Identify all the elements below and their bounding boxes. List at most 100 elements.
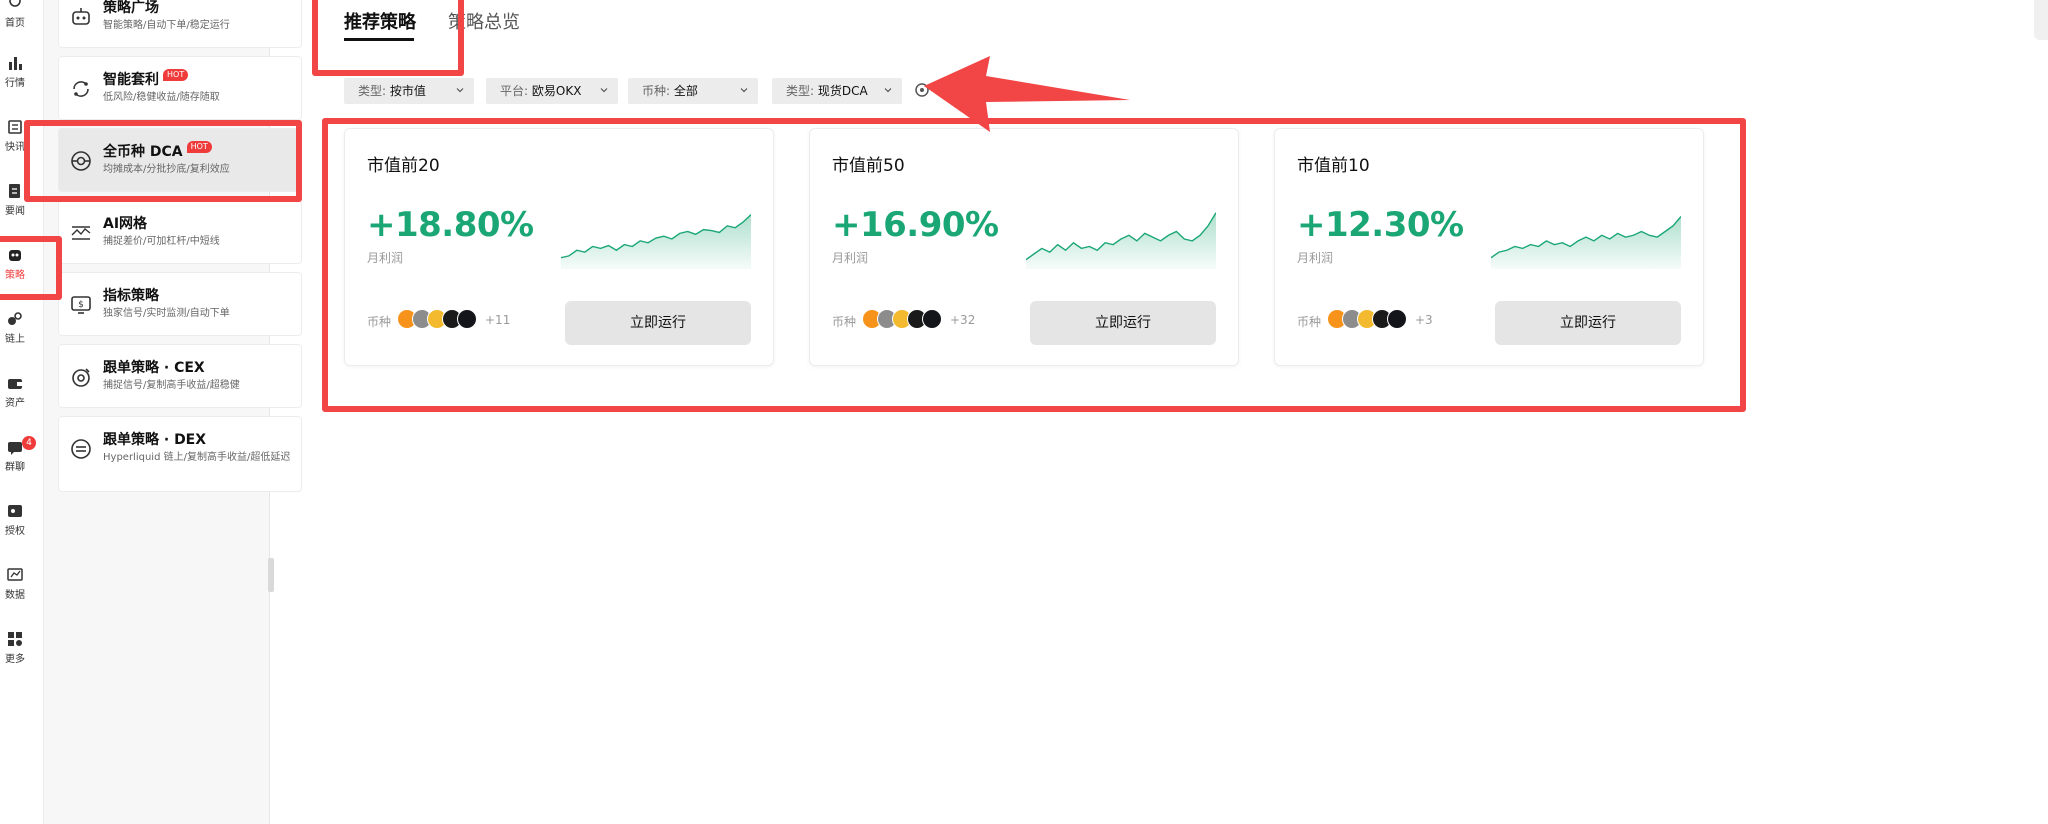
tab-recommended[interactable]: 推荐策略 [344,8,416,34]
rail-item-data[interactable]: 数据 [0,566,30,601]
sparkline-area [561,214,751,269]
filter-value: 按市值 [389,84,426,98]
rail-item-more[interactable]: 更多 [0,630,30,665]
menu-item-desc: 捕捉差价/可加杠杆/中短线 [103,236,220,247]
coins-label: 币种 [1297,315,1322,329]
run-now-button[interactable]: 立即运行 [1030,301,1216,345]
rail-item-label: 链上 [5,334,25,345]
strategy-card-top50: 市值前50 +16.90% 月利润 币种 +32 立即运行 [809,128,1239,366]
copy-cex-icon [72,368,90,387]
menu-item-desc: Hyperliquid 链上/复制高手收益/超低延迟 [103,452,291,463]
icon-rail: 首页 行情 快讯 要闻 策略 链上 资产 4 群聊 授权 数据 更多 [0,0,44,824]
rail-item-flash[interactable]: 快讯 [0,118,30,153]
monthly-profit-value: +16.90% [832,205,999,245]
robot-icon [72,8,90,25]
rail-item-chat[interactable]: 4 群聊 [0,436,36,473]
rail-item-market[interactable]: 行情 [0,54,30,89]
menu-item-title: AI网格 [103,216,148,232]
hot-badge: HOT [163,69,189,81]
menu-item-copy-dex[interactable]: 跟单策略 · DEX Hyperliquid 链上/复制高手收益/超低延迟 [58,416,302,492]
grid-trade-icon [71,226,91,240]
rail-item-chain[interactable]: 链上 [0,310,30,345]
menu-item-copy-cex[interactable]: 跟单策略 · CEX 捕捉信号/复制高手收益/超稳健 [58,344,302,408]
monthly-profit-label: 月利润 [832,251,869,265]
unread-badge: 4 [22,436,36,450]
coins-label: 币种 [367,315,392,329]
home-icon [9,0,21,7]
rail-item-label: 策略 [5,270,25,281]
svg-text:$: $ [78,300,84,310]
filter-prefix: 币种: [642,84,671,98]
scrollbar[interactable] [2034,0,2048,40]
rail-item-home[interactable]: 首页 [0,0,30,29]
chart-bar-icon [9,57,22,70]
strategy-card-top10: 市值前10 +12.30% 月利润 币种 +3 立即运行 [1274,128,1704,366]
coin-icon [922,309,942,329]
rail-item-label: 更多 [5,654,25,665]
menu-item-title: 跟单策略 · DEX [103,432,207,448]
sparkline-area [1491,216,1681,269]
menu-item-ai-grid[interactable]: AI网格 捕捉差价/可加杠杆/中短线 [58,200,302,264]
wallet-icon [8,379,22,389]
rail-item-label: 首页 [5,18,25,29]
chevron-down-icon [740,88,748,93]
sparkline-area [1026,212,1216,269]
menu-item-desc: 独家信号/实时监测/自动下单 [103,308,230,319]
coins-label: 币种 [832,315,857,329]
menu-item-title: 指标策略 [103,288,159,304]
collapse-handle[interactable] [268,558,274,592]
filter-prefix: 类型: [786,84,815,98]
rail-item-news[interactable]: 要闻 [0,182,30,217]
tab-overview[interactable]: 策略总览 [448,8,520,34]
menu-item-dca[interactable]: 全币种 DCA HOT 均摊成本/分批抄底/复利效应 [58,128,302,192]
hot-badge: HOT [186,141,212,153]
menu-item-desc: 均摊成本/分批抄底/复利效应 [103,164,230,175]
chain-icon [8,312,22,325]
document-icon [9,184,20,198]
rail-item-label: 授权 [5,526,25,537]
menu-item-indicator[interactable]: $ 指标策略 独家信号/实时监测/自动下单 [58,272,302,336]
rail-item-label: 数据 [5,590,25,601]
news-icon [8,120,22,134]
rail-item-label: 群聊 [5,462,25,473]
run-now-button[interactable]: 立即运行 [565,301,751,345]
menu-item-desc: 低风险/稳健收益/随存随取 [103,92,220,103]
menu-item-title: 全币种 DCA HOT [103,141,212,161]
rail-item-label: 快讯 [5,142,25,153]
chevron-down-icon [456,88,464,93]
card-title: 市值前50 [832,156,905,176]
menu-item-desc: 捕捉信号/复制高手收益/超稳健 [103,380,240,391]
cycle-icon [73,81,89,97]
menu-item-desc: 智能策略/自动下单/稳定运行 [103,20,230,31]
strategy-card-top20: 市值前20 +18.80% 月利润 币种 +11 立即运行 [344,128,774,366]
robot-icon [9,250,21,261]
filter-dca-type[interactable]: 类型: 现货DCA [772,78,902,104]
rail-item-assets[interactable]: 资产 [0,374,30,409]
coins-more-count: +32 [950,313,976,327]
menu-item-title: 跟单策略 · CEX [103,360,205,376]
filter-coin[interactable]: 币种: 全部 [628,78,758,104]
coins-more-count: +3 [1415,313,1433,327]
filter-prefix: 平台: [500,84,529,98]
rail-item-strategy[interactable]: 策略 [0,246,30,281]
filter-type[interactable]: 类型: 按市值 [344,78,474,104]
tab-active-indicator [344,38,414,41]
coin-icon [457,309,477,329]
card-title: 市值前10 [1297,156,1370,176]
chevron-down-icon [600,88,608,93]
strategy-menu: 策略广场 智能策略/自动下单/稳定运行 智能套利 HOT 低风险/稳健收益/随存随… [44,0,302,824]
profit-sparkline [561,214,751,269]
filter-platform[interactable]: 平台: 欧易OKX [486,78,618,104]
coin-icon [1387,309,1407,329]
grid-icon [8,632,22,646]
menu-item-smart-arbitrage[interactable]: 智能套利 HOT 低风险/稳健收益/随存随取 [58,56,302,120]
rail-item-authorize[interactable]: 授权 [0,502,30,537]
menu-item-title: 策略广场 [103,0,159,16]
monthly-profit-value: +12.30% [1297,205,1464,245]
key-icon [8,505,22,517]
filter-value: 现货DCA [817,84,868,98]
run-now-button[interactable]: 立即运行 [1495,301,1681,345]
rail-item-label: 行情 [5,78,25,89]
filter-value: 全部 [673,84,698,98]
menu-item-strategy-square[interactable]: 策略广场 智能策略/自动下单/稳定运行 [58,0,302,48]
